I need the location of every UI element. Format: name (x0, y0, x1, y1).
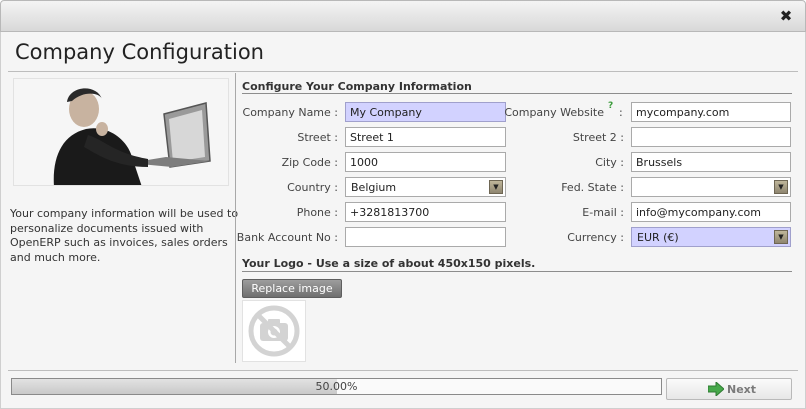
zip-input[interactable] (345, 152, 506, 172)
page-title: Company Configuration (15, 40, 264, 64)
label-zip: Zip Code : (281, 156, 338, 169)
next-arrow-icon (707, 380, 725, 399)
label-company-name: Company Name : (242, 106, 338, 119)
no-image-camera-icon (248, 305, 300, 357)
progress-text: 50.00% (315, 380, 358, 393)
company-website-input[interactable] (631, 102, 791, 122)
currency-select-value: EUR (€) (637, 231, 679, 244)
company-photo (13, 78, 229, 186)
phone-input[interactable] (345, 202, 506, 222)
section-title-company-info: Configure Your Company Information (242, 80, 472, 93)
logo-section-divider (242, 271, 792, 272)
section-divider (242, 93, 792, 94)
label-country: Country : (287, 181, 338, 194)
country-select-value: Belgium (351, 181, 397, 194)
footer-divider (8, 370, 798, 371)
email-input[interactable] (631, 202, 791, 222)
street2-input[interactable] (631, 127, 791, 147)
bank-account-input[interactable] (345, 227, 506, 247)
label-street2: Street 2 : (572, 131, 624, 144)
label-street: Street : (297, 131, 338, 144)
dropdown-arrow-icon[interactable]: ▼ (774, 180, 788, 194)
next-button[interactable]: Next (666, 378, 792, 400)
progress-bar: 50.00% (11, 378, 662, 395)
country-select[interactable]: Belgium ▼ (345, 177, 506, 197)
label-company-website: Company Website (504, 106, 604, 119)
label-bank-account: Bank Account No : (236, 231, 338, 244)
vertical-divider (235, 73, 236, 363)
dropdown-arrow-icon[interactable]: ▼ (774, 230, 788, 244)
window-titlebar: ✖ (0, 0, 806, 32)
left-panel: Your company information will be used to… (8, 73, 238, 363)
label-city: City : (595, 156, 624, 169)
company-info-description: Your company information will be used to… (10, 207, 239, 264)
label-company-website-colon: : (619, 106, 623, 119)
currency-select[interactable]: EUR (€) ▼ (631, 227, 791, 247)
label-fed-state: Fed. State : (561, 181, 624, 194)
dropdown-arrow-icon[interactable]: ▼ (489, 180, 503, 194)
company-name-input[interactable] (345, 102, 506, 122)
next-button-label: Next (727, 383, 757, 396)
label-phone: Phone : (296, 206, 338, 219)
street-input[interactable] (345, 127, 506, 147)
help-icon[interactable]: ? (608, 101, 613, 111)
section-title-logo: Your Logo - Use a size of about 450x150 … (242, 257, 536, 270)
fed-state-select[interactable]: ▼ (631, 177, 791, 197)
close-icon[interactable]: ✖ (777, 7, 795, 25)
replace-image-button[interactable]: Replace image (242, 279, 342, 298)
label-currency: Currency : (567, 231, 624, 244)
title-divider (8, 71, 798, 72)
label-email: E-mail : (582, 206, 624, 219)
logo-placeholder[interactable] (242, 300, 306, 362)
city-input[interactable] (631, 152, 791, 172)
person-laptop-illustration (14, 79, 228, 185)
